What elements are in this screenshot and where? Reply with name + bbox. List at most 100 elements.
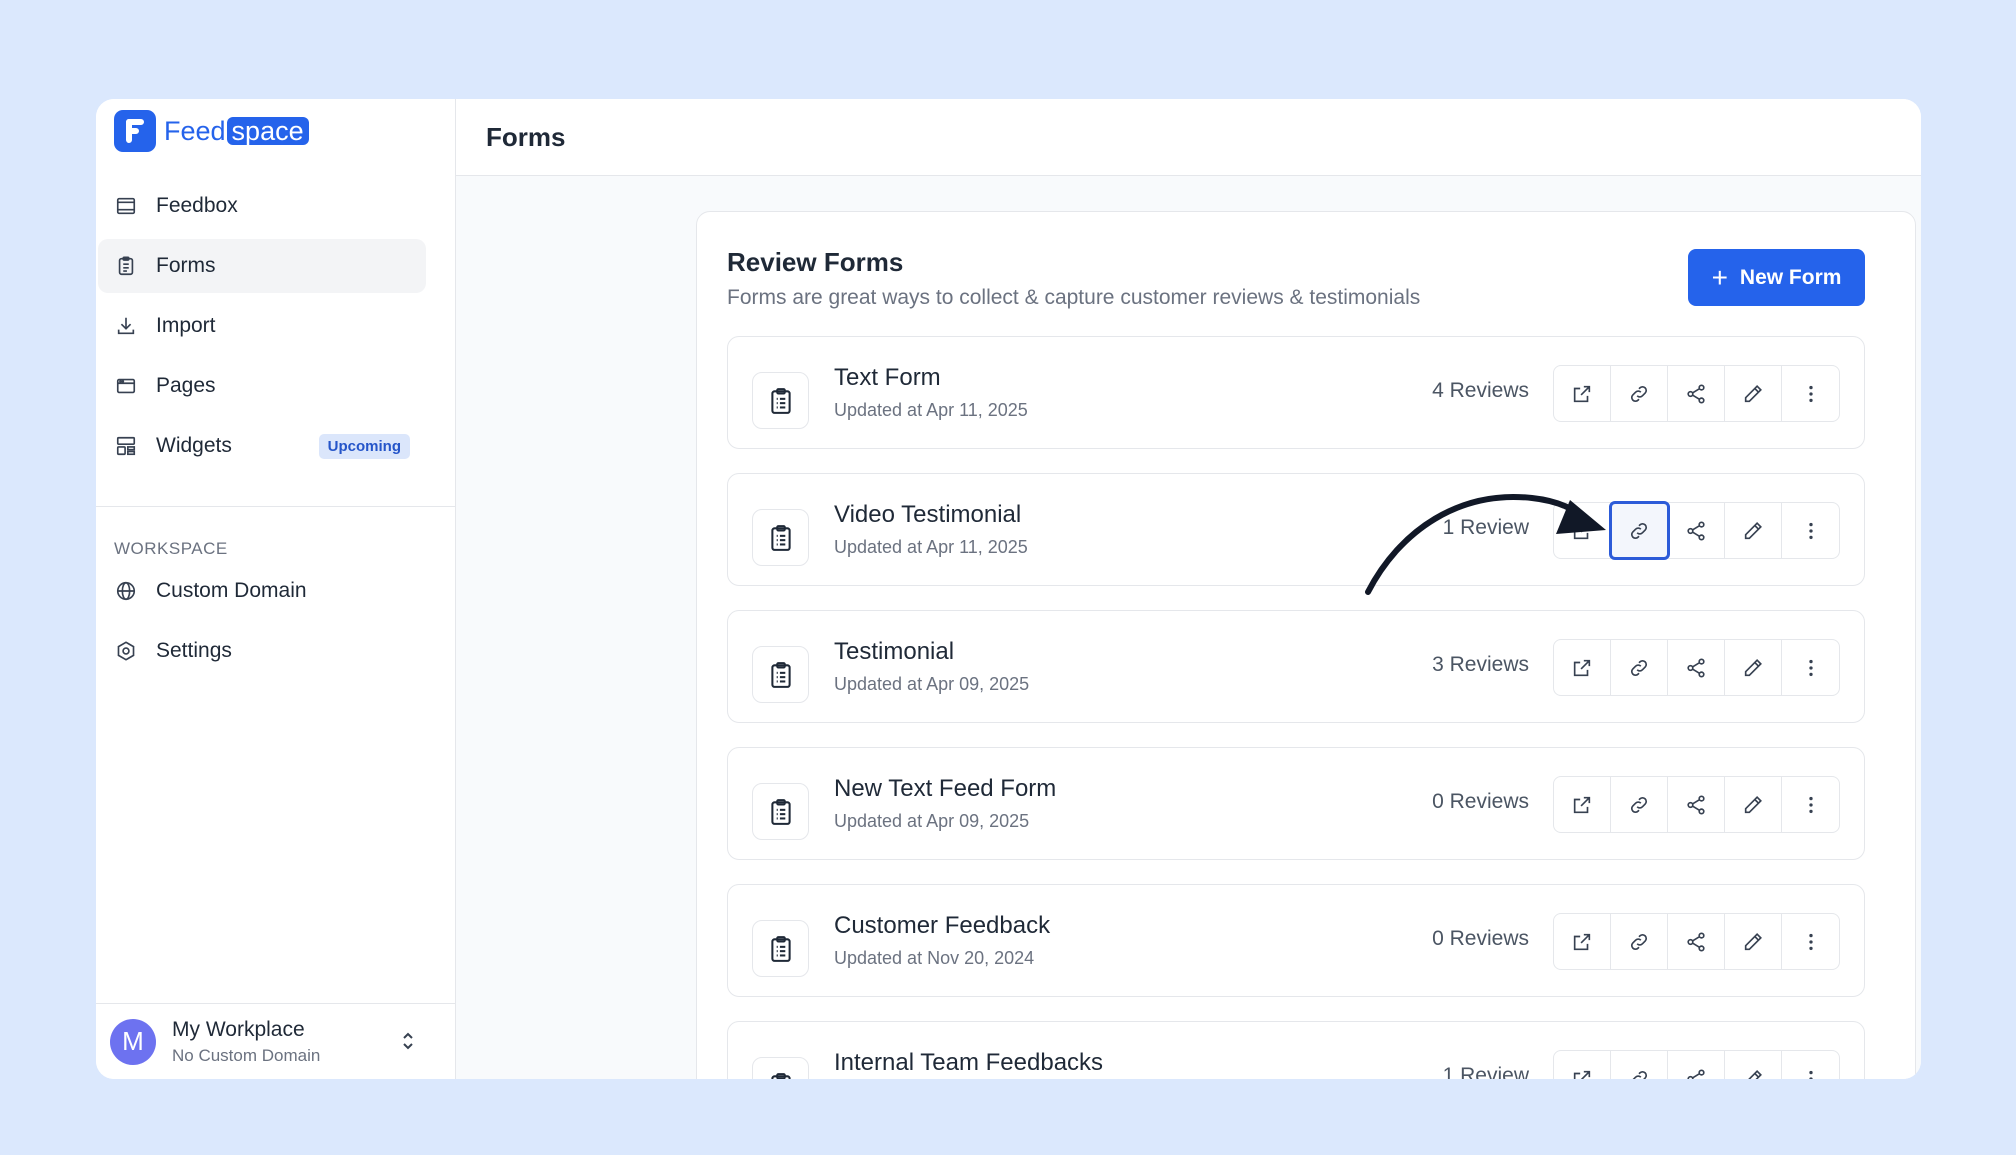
logo-wordmark: Feed space	[164, 116, 309, 147]
form-row[interactable]: Internal Team Feedbacks 1 Review	[727, 1021, 1865, 1079]
link-icon	[1632, 1070, 1648, 1079]
main-nav: Feedbox Forms Import Pages Widgets Upcom…	[96, 179, 456, 479]
top-bar: Forms	[456, 99, 1921, 176]
more-options-button[interactable]	[1782, 914, 1839, 969]
sidebar-divider	[96, 506, 456, 507]
external-link-icon	[1573, 796, 1591, 813]
form-name[interactable]: Testimonial	[834, 638, 954, 666]
globe-icon	[114, 579, 138, 603]
clipboard-icon	[752, 509, 809, 566]
form-actions	[1553, 639, 1840, 696]
sidebar-item-custom-domain[interactable]: Custom Domain	[98, 564, 426, 618]
link-icon	[1630, 933, 1648, 950]
sidebar-item-label: Import	[156, 314, 216, 337]
kebab-menu-icon	[1808, 385, 1813, 402]
edit-button[interactable]	[1725, 1051, 1782, 1079]
open-external-button[interactable]	[1554, 366, 1611, 421]
share-button[interactable]	[1668, 1051, 1725, 1079]
sidebar-item-pages[interactable]: Pages	[98, 359, 426, 413]
clipboard-icon	[752, 646, 809, 703]
sidebar-item-import[interactable]: Import	[98, 299, 426, 353]
sidebar-item-label: Forms	[156, 254, 216, 277]
kebab-menu-icon	[1808, 522, 1813, 539]
edit-button[interactable]	[1725, 640, 1782, 695]
share-button[interactable]	[1668, 640, 1725, 695]
form-row[interactable]: New Text Feed Form Updated at Apr 09, 20…	[727, 747, 1865, 860]
form-review-count: 0 Reviews	[1432, 927, 1529, 950]
logo-text-part1: Feed	[164, 115, 226, 146]
layout-icon	[114, 434, 138, 458]
share-button[interactable]	[1668, 366, 1725, 421]
sidebar: Feed space Feedbox Forms Import Pages Wi…	[96, 99, 456, 1079]
copy-link-button[interactable]	[1611, 640, 1668, 695]
copy-link-button[interactable]	[1611, 777, 1668, 832]
sidebar-item-settings[interactable]: Settings	[98, 624, 426, 678]
chevron-up-down-icon[interactable]	[400, 1030, 416, 1057]
more-options-button[interactable]	[1782, 777, 1839, 832]
share-icon	[1687, 1068, 1705, 1079]
share-button[interactable]	[1668, 914, 1725, 969]
form-updated-date: Updated at Apr 11, 2025	[834, 400, 1028, 420]
sidebar-item-forms[interactable]: Forms	[98, 239, 426, 293]
external-link-icon	[1573, 1070, 1591, 1079]
edit-button[interactable]	[1725, 777, 1782, 832]
more-options-button[interactable]	[1782, 366, 1839, 421]
form-name[interactable]: Internal Team Feedbacks	[834, 1049, 1103, 1077]
form-name[interactable]: Customer Feedback	[834, 912, 1050, 940]
page-title: Forms	[486, 121, 566, 152]
open-external-button[interactable]	[1554, 914, 1611, 969]
form-row[interactable]: Video Testimonial Updated at Apr 11, 202…	[727, 473, 1865, 586]
form-actions	[1553, 365, 1840, 422]
form-actions	[1553, 913, 1840, 970]
card-subtitle: Forms are great ways to collect & captur…	[727, 286, 1421, 309]
copy-link-button[interactable]	[1611, 366, 1668, 421]
workspace-switcher[interactable]: M My Workplace No Custom Domain	[96, 1003, 456, 1079]
share-icon	[1687, 657, 1705, 678]
edit-button[interactable]	[1725, 366, 1782, 421]
more-options-button[interactable]	[1782, 503, 1839, 558]
form-row[interactable]: Text Form Updated at Apr 11, 2025 4 Revi…	[727, 336, 1865, 449]
sidebar-item-feedbox[interactable]: Feedbox	[98, 179, 426, 233]
new-form-button[interactable]: + New Form	[1688, 249, 1865, 306]
sidebar-item-widgets[interactable]: Widgets Upcoming	[98, 419, 426, 473]
feedspace-logo[interactable]: Feed space	[114, 110, 309, 152]
copy-link-button[interactable]	[1611, 914, 1668, 969]
edit-button[interactable]	[1725, 503, 1782, 558]
card-title: Review Forms	[727, 247, 904, 277]
open-external-button[interactable]	[1554, 503, 1611, 558]
avatar: M	[110, 1018, 156, 1065]
more-options-button[interactable]	[1782, 640, 1839, 695]
form-list: Text Form Updated at Apr 11, 2025 4 Revi…	[727, 336, 1865, 1079]
share-button[interactable]	[1668, 503, 1725, 558]
form-name[interactable]: New Text Feed Form	[834, 775, 1056, 803]
form-review-count: 3 Reviews	[1432, 653, 1529, 676]
form-name[interactable]: Video Testimonial	[834, 501, 1021, 529]
link-icon	[1630, 522, 1648, 539]
pencil-icon	[1744, 521, 1762, 539]
pencil-icon	[1747, 1069, 1762, 1079]
open-external-button[interactable]	[1554, 640, 1611, 695]
kebab-menu-icon	[1808, 796, 1813, 813]
more-options-button[interactable]	[1782, 1051, 1839, 1079]
pencil-icon	[1744, 795, 1762, 813]
pencil-icon	[1744, 932, 1762, 950]
form-row[interactable]: Testimonial Updated at Apr 09, 2025 3 Re…	[727, 610, 1865, 723]
share-icon	[1687, 520, 1705, 541]
clipboard-icon	[752, 920, 809, 977]
logo-text-part2: space	[226, 117, 309, 145]
form-row[interactable]: Customer Feedback Updated at Nov 20, 202…	[727, 884, 1865, 997]
open-external-button[interactable]	[1554, 777, 1611, 832]
copy-link-button[interactable]	[1611, 1051, 1668, 1079]
share-button[interactable]	[1668, 777, 1725, 832]
gear-icon	[114, 639, 138, 663]
workspace-section-label: WORKSPACE	[114, 539, 228, 558]
form-review-count: 1 Review	[1442, 516, 1529, 539]
copy-link-button[interactable]	[1609, 501, 1670, 560]
form-updated-date: Updated at Apr 09, 2025	[834, 674, 1030, 694]
edit-button[interactable]	[1725, 914, 1782, 969]
review-forms-card: Review Forms Forms are great ways to col…	[696, 211, 1916, 1079]
external-link-icon	[1573, 385, 1591, 402]
form-name[interactable]: Text Form	[834, 364, 941, 392]
open-external-button[interactable]	[1554, 1051, 1611, 1079]
external-link-icon	[1573, 659, 1591, 676]
